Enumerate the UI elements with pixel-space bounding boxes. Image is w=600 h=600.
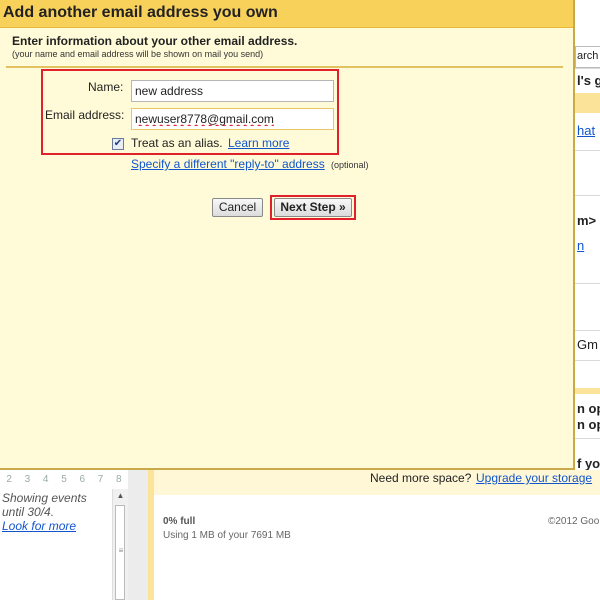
divider	[575, 438, 600, 439]
copyright-text: ©2012 Goo	[548, 516, 600, 527]
dialog-heading: Enter information about your other email…	[12, 34, 298, 48]
reply-to-address-link[interactable]: Specify a different "reply-to" address	[131, 157, 325, 171]
optional-note: (optional)	[331, 160, 369, 170]
gadget-scrollbar[interactable]: ▲ ≡	[112, 489, 128, 600]
panel-gap	[128, 470, 148, 600]
events-summary: Showing events until 30/4.	[2, 491, 87, 519]
divider	[575, 283, 600, 284]
text-fragment: n op	[577, 417, 600, 432]
right-content-strip	[575, 0, 600, 470]
dialog-subnote: (your name and email address will be sho…	[12, 49, 264, 59]
divider	[575, 360, 600, 361]
storage-usage: Using 1 MB of your 7691 MB	[163, 530, 291, 541]
add-email-dialog: Add another email address you own Enter …	[0, 0, 575, 470]
calendar-day[interactable]: 3	[18, 474, 36, 486]
calendar-day[interactable]: 8	[110, 474, 128, 486]
storage-percent: 0% full	[163, 516, 196, 527]
scroll-up-arrow-icon[interactable]: ▲	[113, 489, 128, 503]
text-fragment: n op	[577, 401, 600, 416]
scroll-thumb[interactable]: ≡	[115, 505, 125, 600]
divider	[575, 150, 600, 151]
yellow-band-fragment	[575, 388, 600, 394]
need-more-space-text: Need more space?	[370, 471, 472, 485]
calendar-day[interactable]: 2	[0, 474, 18, 486]
learn-more-link[interactable]: Learn more	[228, 136, 289, 150]
text-fragment: f yo	[577, 456, 600, 471]
dialog-title: Add another email address you own	[3, 4, 278, 21]
look-for-more-link[interactable]: Look for more	[2, 519, 76, 533]
divider	[575, 68, 600, 69]
text-fragment: m>	[577, 213, 597, 228]
link-fragment[interactable]: hat	[577, 123, 595, 138]
treat-as-alias-label: Treat as an alias.	[131, 136, 223, 150]
header-divider	[6, 66, 563, 68]
text-fragment: Gm	[577, 337, 598, 352]
calendar-day[interactable]: 5	[55, 474, 73, 486]
text-fragment: l's g	[577, 73, 600, 88]
name-label: Name:	[88, 80, 124, 94]
upgrade-storage-link[interactable]: Upgrade your storage	[476, 471, 592, 485]
email-address-input[interactable]	[131, 108, 334, 130]
calendar-day[interactable]: 6	[73, 474, 91, 486]
divider	[575, 330, 600, 331]
calendar-day[interactable]: 7	[91, 474, 109, 486]
email-address-label: Email address:	[45, 108, 125, 122]
treat-as-alias-checkbox[interactable]: ✔	[112, 138, 124, 150]
calendar-day[interactable]: 4	[37, 474, 55, 486]
cancel-button[interactable]: Cancel	[212, 198, 263, 217]
next-step-button[interactable]: Next Step »	[274, 198, 352, 217]
search-text-fragment: arch	[577, 50, 599, 62]
name-input[interactable]	[131, 80, 334, 102]
dialog-title-bar: Add another email address you own	[0, 0, 573, 28]
scroll-grip-icon: ≡	[118, 546, 124, 555]
link-fragment[interactable]: n	[577, 238, 584, 253]
divider	[575, 195, 600, 196]
yellow-band-fragment	[575, 93, 600, 113]
calendar-day-row: 2 3 4 5 6 7 8	[0, 474, 128, 486]
